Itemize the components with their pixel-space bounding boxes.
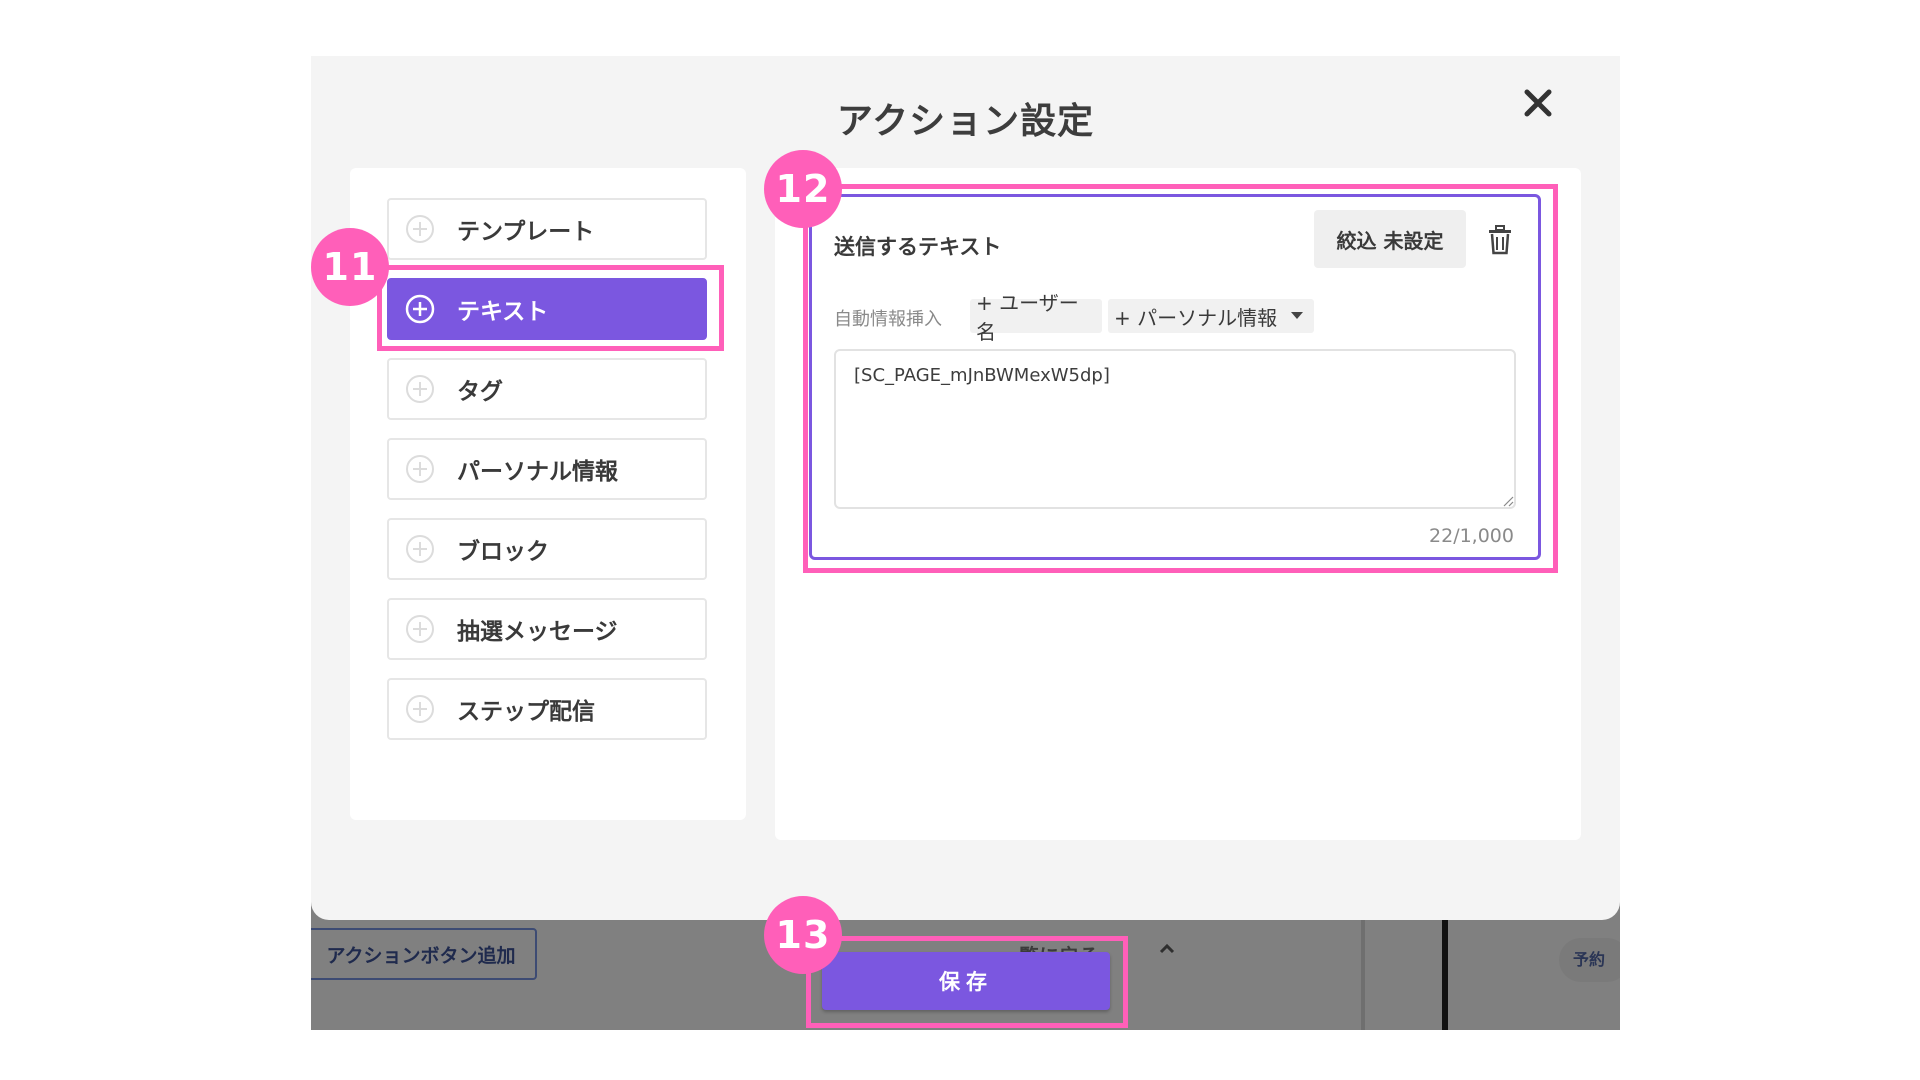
menu-item-block[interactable]: ブロック <box>387 518 707 580</box>
chevron-up-icon <box>1159 943 1175 954</box>
menu-item-label: ブロック <box>457 539 549 565</box>
menu-item-step-delivery[interactable]: ステップ配信 <box>387 678 707 740</box>
menu-item-template[interactable]: テンプレート <box>387 198 707 260</box>
step-badge-13: 13 <box>764 896 842 974</box>
menu-item-label: テンプレート <box>457 219 595 245</box>
step-badge-11: 11 <box>311 228 389 306</box>
divider <box>1361 920 1365 1030</box>
plus-circle-icon <box>406 535 434 563</box>
menu-item-label: ステップ配信 <box>457 699 595 725</box>
divider <box>1442 920 1448 1030</box>
step-badge-12: 12 <box>764 150 842 228</box>
reserve-button-bg: 予約 <box>1559 938 1620 982</box>
highlight-frame-text-card <box>803 184 1558 573</box>
plus-circle-icon <box>406 375 434 403</box>
close-icon[interactable] <box>1521 86 1555 120</box>
highlight-frame-save <box>806 936 1128 1028</box>
menu-item-personal-info[interactable]: パーソナル情報 <box>387 438 707 500</box>
menu-item-tag[interactable]: タグ <box>387 358 707 420</box>
menu-item-label: 抽選メッセージ <box>457 619 618 645</box>
plus-circle-icon <box>406 695 434 723</box>
plus-circle-icon <box>406 215 434 243</box>
add-action-button-bg: アクションボタン追加 <box>311 928 537 980</box>
highlight-frame-text-menu <box>377 265 724 351</box>
plus-circle-icon <box>406 455 434 483</box>
menu-item-label: タグ <box>457 379 503 405</box>
menu-item-label: パーソナル情報 <box>457 459 618 485</box>
plus-circle-icon <box>406 615 434 643</box>
modal-title: アクション設定 <box>836 101 1095 142</box>
menu-item-lottery-message[interactable]: 抽選メッセージ <box>387 598 707 660</box>
